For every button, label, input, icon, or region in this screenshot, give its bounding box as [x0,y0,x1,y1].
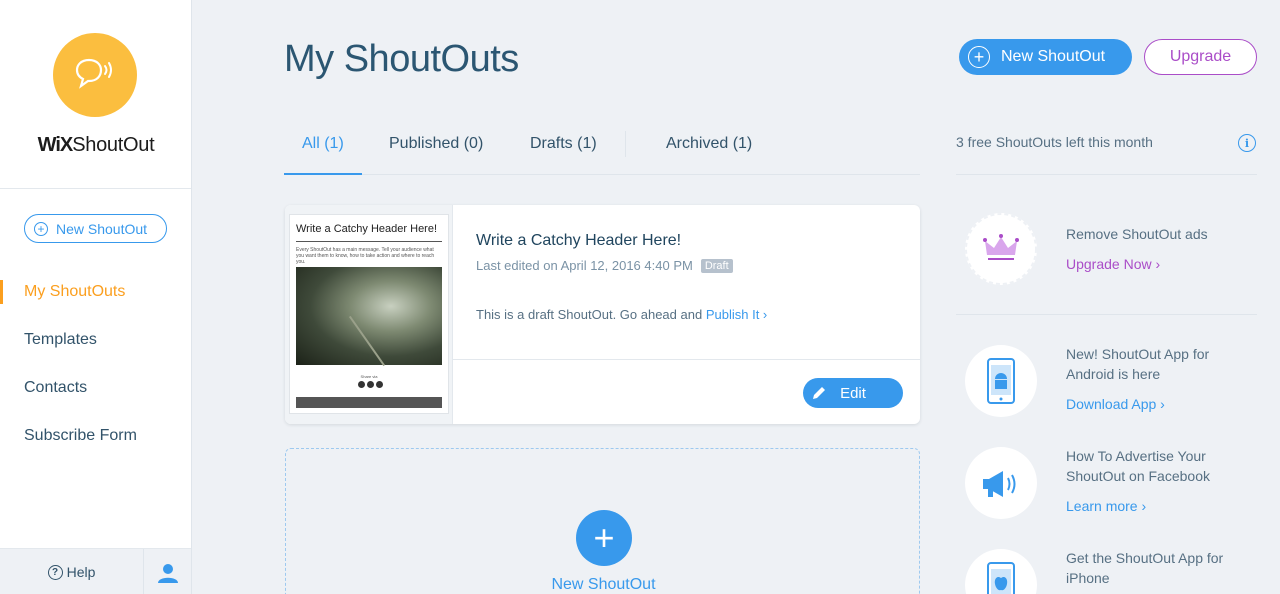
upgrade-button[interactable]: Upgrade [1144,39,1257,75]
sidebar-new-shoutout-button[interactable]: + New ShoutOut [24,214,167,243]
promo-facebook-text: How To Advertise Your ShoutOut on Facebo… [1066,448,1210,484]
promo-iphone-text: Get the ShoutOut App for iPhone [1066,550,1224,586]
sidebar-item-my-shoutouts[interactable]: My ShoutOuts [0,280,191,304]
card-divider [453,359,920,360]
sidebar-item-templates[interactable]: Templates [0,328,191,352]
plus-circle-icon: + [34,221,48,236]
brand-name: WiXShoutOut [0,134,192,157]
user-avatar-icon[interactable] [157,562,179,584]
brand-product: ShoutOut [72,134,155,156]
help-label: Help [66,564,96,580]
download-app-link[interactable]: Download App › [1066,396,1165,412]
publish-it-link[interactable]: Publish It › [706,307,767,322]
megaphone-icon [965,447,1037,519]
help-button[interactable]: ? Help [0,549,144,594]
new-shoutout-label: New ShoutOut [1001,48,1106,65]
android-phone-icon [965,345,1037,417]
sidebar-item-contacts[interactable]: Contacts [0,376,191,400]
pencil-icon [813,387,825,399]
tab-published[interactable]: Published (0) [389,135,483,174]
iphone-icon [965,549,1037,594]
free-shoutouts-left: 3 free ShoutOuts left this month [956,134,1153,150]
edit-button[interactable]: Edit [803,378,903,408]
new-shoutout-card-label[interactable]: New ShoutOut [286,576,921,594]
shoutout-meta: Last edited on April 12, 2016 4:40 PM Dr… [476,258,733,273]
draft-message: This is a draft ShoutOut. Go ahead and P… [476,307,767,322]
page-title: My ShoutOuts [284,38,519,80]
new-shoutout-button[interactable]: + New ShoutOut [959,39,1132,75]
status-badge: Draft [700,258,733,273]
right-divider [956,314,1257,315]
shoutout-title[interactable]: Write a Catchy Header Here! [476,232,681,250]
upgrade-now-link[interactable]: Upgrade Now › [1066,256,1160,272]
thumbnail-title: Write a Catchy Header Here! [296,223,438,235]
plus-icon[interactable]: + [576,510,632,566]
new-shoutout-card[interactable]: + New ShoutOut [285,448,920,594]
edit-label: Edit [840,384,866,402]
sidebar-footer: ? Help [0,548,191,594]
thumbnail-preview: Write a Catchy Header Here! Every ShoutO… [289,214,449,414]
thumbnail-rule [296,241,442,242]
promo-android-text: New! ShoutOut App for Android is here [1066,346,1210,382]
thumbnail-footer-bar [296,397,442,408]
last-edited: Last edited on April 12, 2016 4:40 PM [476,258,693,273]
tab-archived[interactable]: Archived (1) [666,135,752,174]
right-divider [956,174,1257,175]
tab-drafts[interactable]: Drafts (1) [530,135,597,174]
question-icon: ? [47,564,63,580]
tab-all[interactable]: All (1) [284,135,362,175]
sidebar-new-label: New ShoutOut [56,220,148,237]
draft-text: This is a draft ShoutOut. Go ahead and [476,307,703,322]
thumbnail-social-icons [358,381,383,388]
promo-remove-ads-text: Remove ShoutOut ads [1066,226,1208,242]
tab-separator [625,131,626,157]
info-icon[interactable]: i [1238,134,1256,152]
crown-badge-icon [965,213,1037,285]
shoutout-card[interactable]: Write a Catchy Header Here! Every ShoutO… [285,205,920,424]
brand-wix: WiX [37,134,74,156]
thumbnail-share-label: Share via [360,374,378,379]
plus-circle-icon: + [968,46,990,68]
filter-tabs: All (1) Published (0) Drafts (1) Archive… [284,118,920,175]
sidebar-divider [0,188,191,189]
sidebar-item-subscribe-form[interactable]: Subscribe Form [0,424,191,448]
sidebar: WiXShoutOut + New ShoutOut My ShoutOuts … [0,0,192,594]
thumbnail-photo [296,267,442,365]
learn-more-link[interactable]: Learn more › [1066,498,1146,514]
shoutout-logo-icon [53,33,137,117]
shoutout-thumbnail[interactable]: Write a Catchy Header Here! Every ShoutO… [285,205,453,424]
thumbnail-text: Every ShoutOut has a main message. Tell … [296,247,435,265]
